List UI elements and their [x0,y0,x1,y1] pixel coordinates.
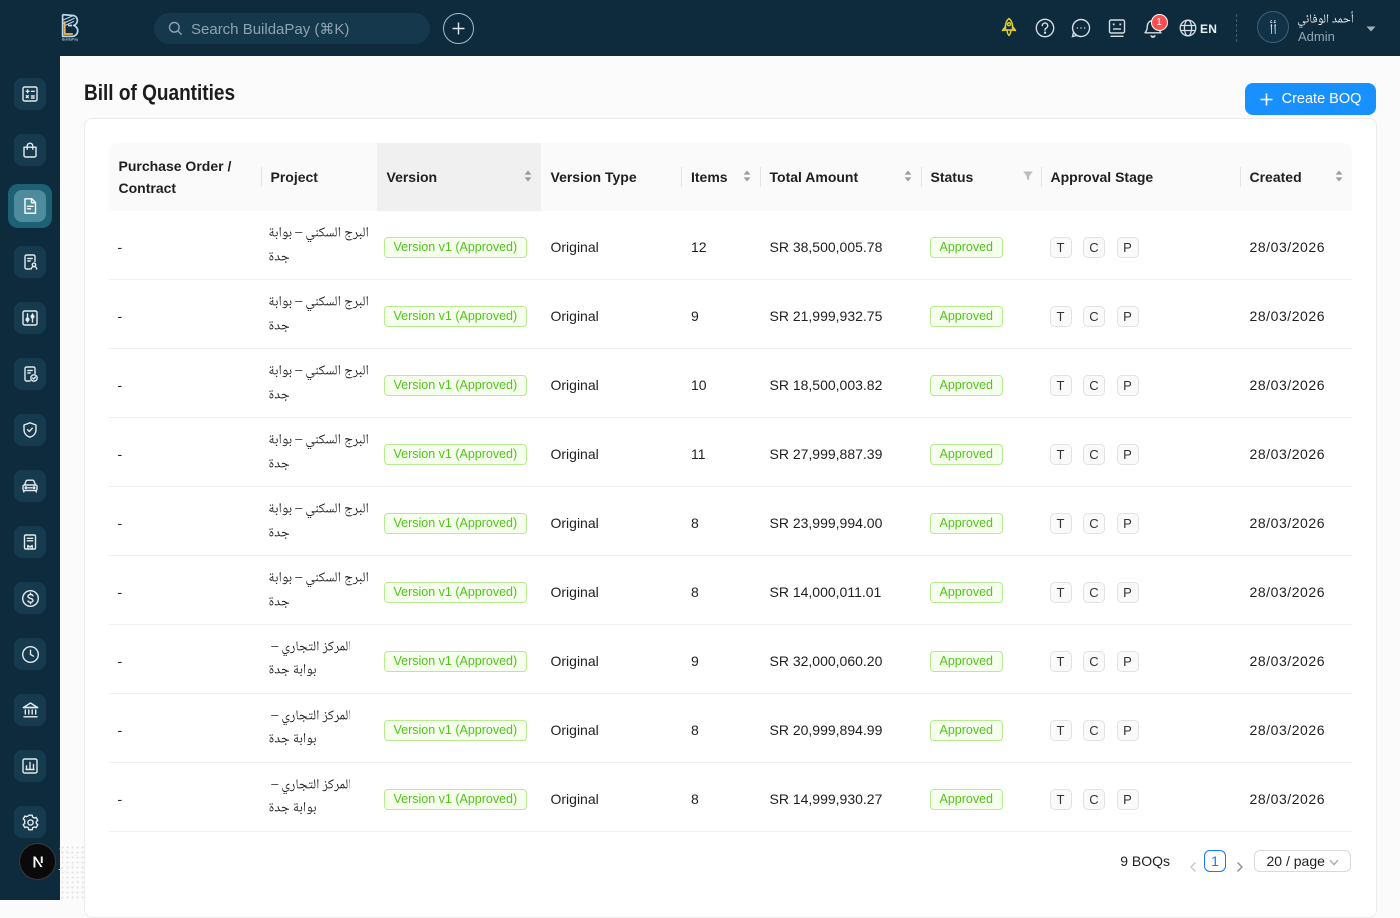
svg-text:BuildaPay: BuildaPay [62,38,78,42]
